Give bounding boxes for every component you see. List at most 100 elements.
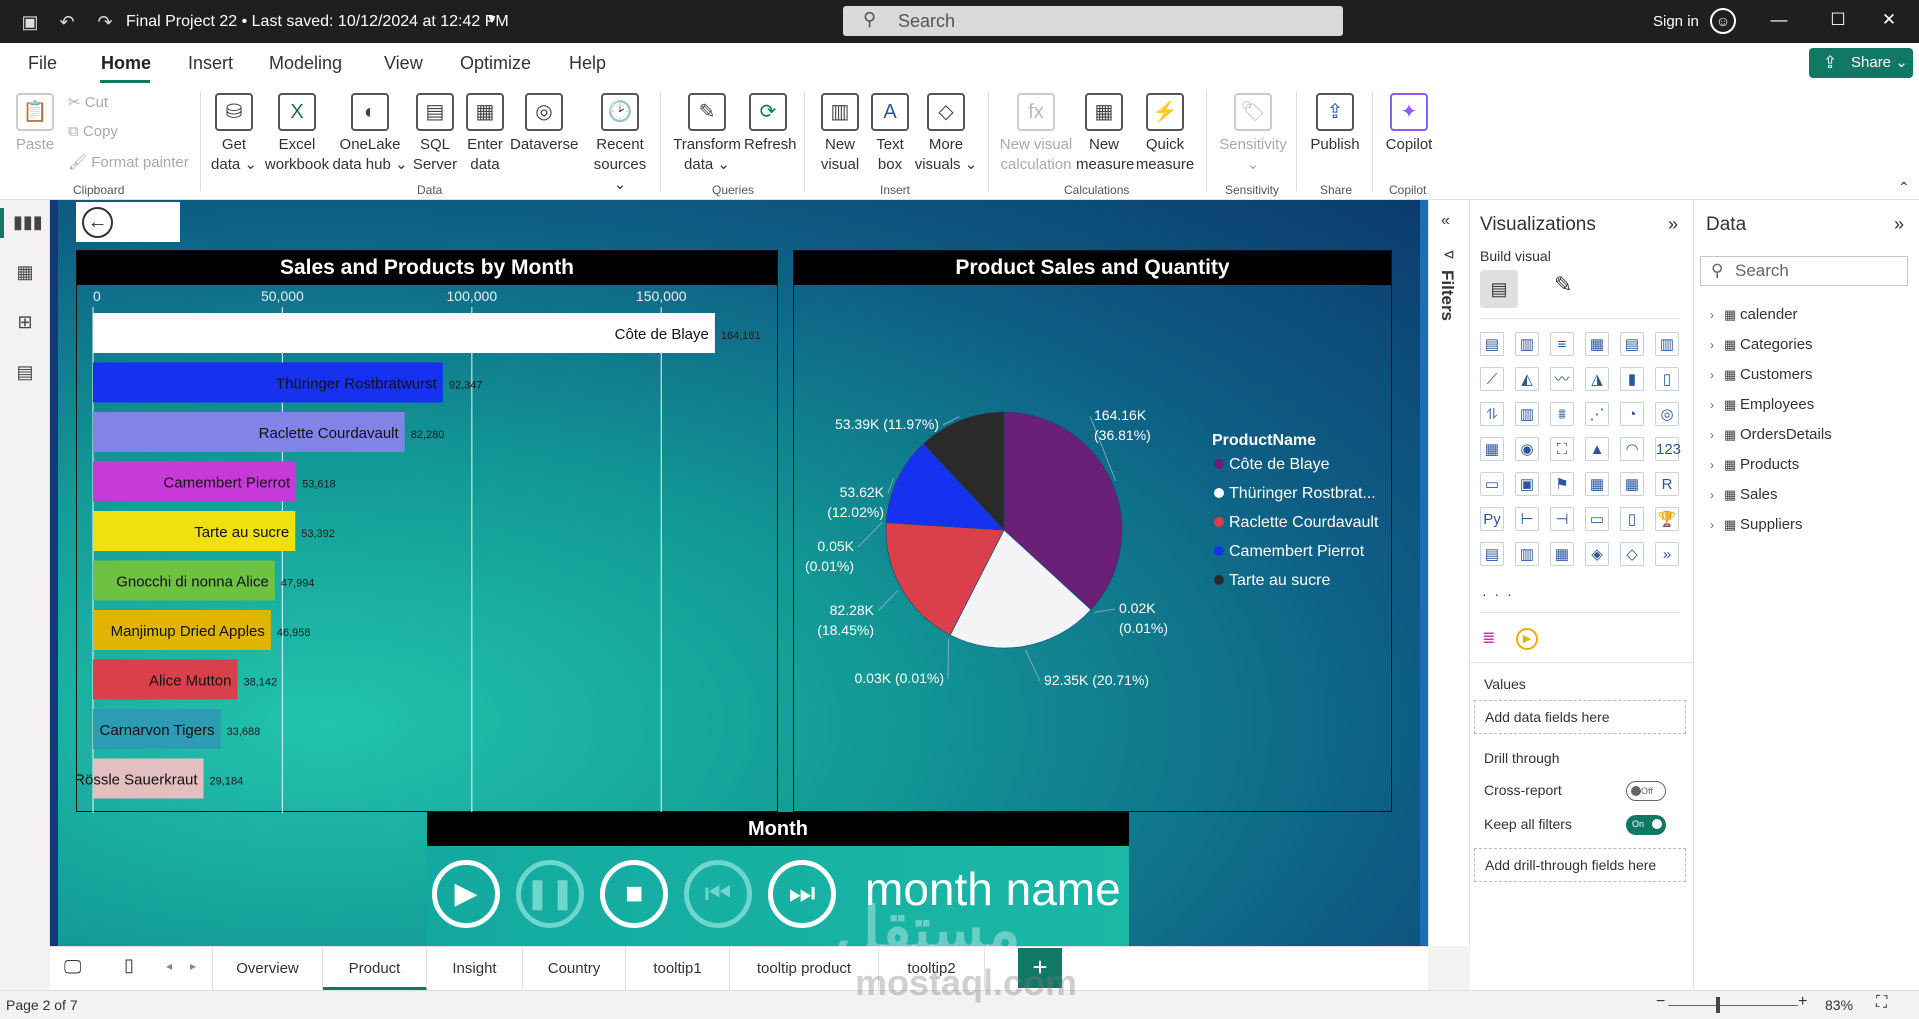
100-bar-icon[interactable]: ▤ bbox=[1620, 332, 1644, 356]
multirow-card-icon[interactable]: ▭ bbox=[1480, 472, 1504, 496]
menu-file[interactable]: File bbox=[28, 53, 57, 74]
qna-icon[interactable]: ▭ bbox=[1585, 507, 1609, 531]
more-visuals-ellipsis[interactable]: · · · bbox=[1482, 586, 1514, 602]
python-visual-icon[interactable]: Py bbox=[1480, 507, 1504, 531]
chevron-right-icon[interactable]: › bbox=[1710, 518, 1724, 532]
table-item[interactable]: › ▦ Categories bbox=[1710, 336, 1813, 353]
r-visual-icon[interactable]: R bbox=[1655, 472, 1679, 496]
zoom-out-button[interactable]: − bbox=[1656, 993, 1665, 1011]
redo-icon[interactable]: ↷ bbox=[94, 11, 116, 33]
collapse-data-icon[interactable]: » bbox=[1894, 214, 1904, 235]
model-view-icon[interactable]: ⊞ bbox=[13, 312, 37, 336]
page-tab-tooltip1[interactable]: tooltip1 bbox=[626, 947, 730, 991]
metrics-icon[interactable]: 🏆 bbox=[1655, 507, 1679, 531]
page-tab-product[interactable]: Product bbox=[323, 947, 427, 991]
dax-query-view-icon[interactable]: ▤ bbox=[13, 362, 37, 386]
menu-help[interactable]: Help bbox=[569, 53, 606, 74]
chevron-right-icon[interactable]: › bbox=[1710, 338, 1724, 352]
values-well[interactable]: Add data fields here bbox=[1474, 700, 1686, 734]
play-axis-type-icon[interactable]: ▶ bbox=[1516, 628, 1538, 650]
clustered-bar-icon[interactable]: ≡ bbox=[1550, 332, 1574, 356]
stacked-area-icon[interactable]: 〰 bbox=[1550, 367, 1574, 391]
text-box-button[interactable]: A Text box bbox=[868, 93, 912, 175]
chevron-right-icon[interactable]: › bbox=[1710, 488, 1724, 502]
zoom-in-button[interactable]: + bbox=[1798, 993, 1807, 1011]
clustered-column-icon[interactable]: ▦ bbox=[1585, 332, 1609, 356]
chevron-right-icon[interactable]: › bbox=[1710, 458, 1724, 472]
stop-button[interactable]: ■ bbox=[600, 860, 668, 928]
play-axis-visual[interactable]: Month ▶ ❚❚ ■ ⏮ ⏭ month name bbox=[427, 812, 1129, 946]
zoom-slider-track[interactable] bbox=[1668, 1005, 1798, 1006]
transform-data-button[interactable]: ✎ Transform data ⌄ bbox=[670, 93, 744, 175]
menu-optimize[interactable]: Optimize bbox=[460, 53, 531, 74]
page-tab-country[interactable]: Country bbox=[523, 947, 626, 991]
decomposition-tree-icon[interactable]: ⊣ bbox=[1550, 507, 1574, 531]
100-column-icon[interactable]: ▥ bbox=[1655, 332, 1679, 356]
copilot-button[interactable]: ✦ Copilot bbox=[1380, 93, 1438, 155]
scroll-left-icon[interactable]: ◂ bbox=[166, 959, 172, 973]
sign-in-link[interactable]: Sign in bbox=[1653, 13, 1699, 30]
play-button[interactable]: ▶ bbox=[432, 860, 500, 928]
refresh-button[interactable]: ⟳ Refresh bbox=[744, 93, 797, 155]
undo-icon[interactable]: ↶ bbox=[56, 11, 78, 33]
gauge-icon[interactable]: ◠ bbox=[1620, 437, 1644, 461]
waterfall-icon[interactable]: ⥮ bbox=[1480, 402, 1504, 426]
stacked-bar-icon[interactable]: ▤ bbox=[1480, 332, 1504, 356]
user-avatar-icon[interactable]: ☺ bbox=[1710, 8, 1736, 34]
expand-filters-icon[interactable]: « bbox=[1441, 212, 1450, 230]
minimize-button[interactable]: — bbox=[1764, 10, 1794, 34]
collapse-visualizations-icon[interactable]: » bbox=[1668, 214, 1678, 235]
pie-chart-icon[interactable]: ◔ bbox=[1620, 402, 1644, 426]
table-item[interactable]: › ▦ Suppliers bbox=[1710, 516, 1803, 533]
table-item[interactable]: › ▦ Products bbox=[1710, 456, 1799, 473]
area-chart-icon[interactable]: ◭ bbox=[1515, 367, 1539, 391]
scatter-icon[interactable]: ⩩ bbox=[1550, 402, 1574, 426]
card-icon[interactable]: 123 bbox=[1655, 437, 1681, 461]
matrix-icon[interactable]: ▦ bbox=[1620, 472, 1644, 496]
azure-map-icon[interactable]: ▲ bbox=[1585, 437, 1609, 461]
chevron-visual-icon[interactable]: » bbox=[1655, 542, 1679, 566]
report-view-icon[interactable]: ▮▮▮ bbox=[13, 212, 43, 236]
drill-through-well[interactable]: Add drill-through fields here bbox=[1474, 848, 1686, 882]
bar-chart-visual[interactable]: Sales and Products by Month 0 50,000 100,0… bbox=[76, 250, 778, 813]
new-measure-button[interactable]: ▦ New measure bbox=[1076, 93, 1134, 175]
cut-button[interactable]: ✂ Cut bbox=[68, 93, 108, 111]
menu-insert[interactable]: Insert bbox=[188, 53, 233, 74]
line-chart-icon[interactable]: ⟋ bbox=[1480, 367, 1504, 391]
scroll-right-icon[interactable]: ▸ bbox=[190, 959, 196, 973]
table-icon[interactable]: ▦ bbox=[1585, 472, 1609, 496]
page-tab-insight[interactable]: Insight bbox=[427, 947, 523, 991]
filled-map-icon[interactable]: ⛶ bbox=[1550, 437, 1574, 461]
cross-report-toggle[interactable]: Off bbox=[1626, 781, 1666, 801]
search-box[interactable]: ⚲ Search bbox=[843, 6, 1343, 36]
chevron-right-icon[interactable]: › bbox=[1710, 398, 1724, 412]
copy-button[interactable]: ⧉ Copy bbox=[68, 123, 118, 140]
table-item[interactable]: › ▦ calender bbox=[1710, 306, 1798, 323]
next-button[interactable]: ⏭ bbox=[768, 860, 836, 928]
stacked-column-icon[interactable]: ▥ bbox=[1515, 332, 1539, 356]
slicer-icon[interactable]: ⚑ bbox=[1550, 472, 1574, 496]
ribbon-icon[interactable]: ⋰ bbox=[1585, 402, 1609, 426]
save-icon[interactable]: ▣ bbox=[19, 11, 41, 33]
power-automate-icon[interactable]: ▦ bbox=[1550, 542, 1574, 566]
smart-narrative-icon[interactable]: ▯ bbox=[1620, 507, 1644, 531]
publish-button[interactable]: ⇪ Publish bbox=[1306, 93, 1364, 155]
document-title[interactable]: Final Project 22 • Last saved: 10/12/202… bbox=[126, 13, 509, 31]
keep-filters-toggle[interactable]: On bbox=[1626, 815, 1666, 835]
collapse-ribbon-icon[interactable]: ⌃ bbox=[1898, 179, 1910, 196]
chevron-right-icon[interactable]: › bbox=[1710, 368, 1724, 382]
paginated-report-icon[interactable]: ▤ bbox=[1480, 542, 1504, 566]
kpi-icon[interactable]: ▣ bbox=[1515, 472, 1539, 496]
filters-pane[interactable]: « ⊲ Filters bbox=[1428, 200, 1470, 946]
table-item[interactable]: › ▦ Sales bbox=[1710, 486, 1778, 503]
sql-server-button[interactable]: ▤ SQL Server bbox=[412, 93, 458, 175]
more-visuals-button[interactable]: ◇ More visuals ⌄ bbox=[914, 93, 978, 175]
new-visual-button[interactable]: ▥ New visual bbox=[816, 93, 864, 175]
zoom-slider-thumb[interactable] bbox=[1716, 997, 1720, 1013]
desktop-layout-icon[interactable]: 🖵 bbox=[64, 957, 81, 978]
data-search-input[interactable]: ⚲ Search bbox=[1700, 256, 1908, 286]
table-view-icon[interactable]: ▦ bbox=[13, 262, 37, 286]
page-tab-overview[interactable]: Overview bbox=[212, 947, 323, 991]
back-button[interactable]: ← bbox=[76, 202, 180, 242]
map-icon[interactable]: ◉ bbox=[1515, 437, 1539, 461]
